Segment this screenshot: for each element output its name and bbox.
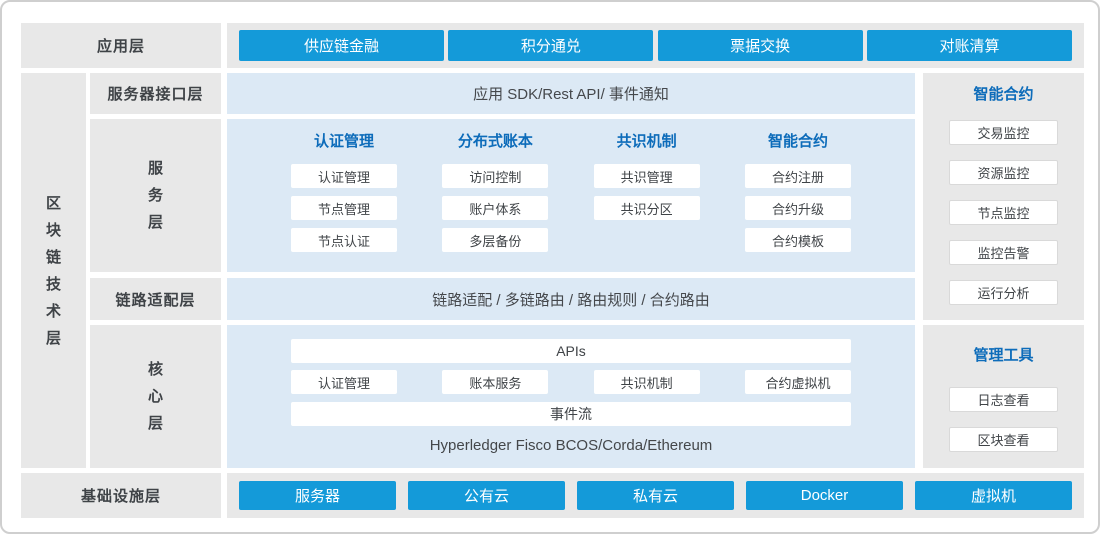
sidebar-node: 区块查看 [949,427,1058,452]
adapter-layer-label: 链路适配层 [90,278,221,320]
sidebar-node: 节点监控 [949,200,1058,225]
app-node-bill-exchange: 票据交换 [658,30,863,61]
core-node: 认证管理 [291,370,397,394]
tech-layer-label: 区块链技术层 [21,73,86,468]
core-node-row: 认证管理 账本服务 共识机制 合约虚拟机 [291,370,851,394]
sidebar-node: 运行分析 [949,280,1058,305]
interface-layer-label: 服务器接口层 [90,73,221,114]
service-column-header: 分布式账本 [442,133,548,151]
service-node: 账户体系 [442,196,548,220]
service-node: 合约注册 [745,164,851,188]
core-node: 账本服务 [442,370,548,394]
link-adapter-bar: 链路适配 / 多链路由 / 路由规则 / 合约路由 [227,278,915,320]
event-stream-bar: 事件流 [291,402,851,426]
service-node: 节点认证 [291,228,397,252]
sidebar-node: 监控告警 [949,240,1058,265]
sidebar-monitor-header: 智能合约 [923,86,1084,104]
service-node: 共识管理 [594,164,700,188]
infra-layer-label: 基础设施层 [21,473,221,518]
service-column-smart-contract: 智能合约 合约注册 合约升级 合约模板 [745,133,851,272]
sidebar-node: 日志查看 [949,387,1058,412]
sidebar-tools-panel: 管理工具 日志查看 区块查看 [923,325,1084,468]
sidebar-tools-header: 管理工具 [923,347,1084,365]
app-layer-strip: 供应链金融 积分通兑 票据交换 对账清算 [227,23,1084,68]
infra-node-vm: 虚拟机 [915,481,1072,510]
service-layer-label: 服务层 [90,119,221,272]
core-layer-label: 核心层 [90,325,221,468]
service-column-header: 智能合约 [745,133,851,151]
blockchain-architecture-diagram: 应用层 供应链金融 积分通兑 票据交换 对账清算 区块链技术层 服务器接口层 服… [0,0,1100,534]
app-node-reconciliation: 对账清算 [867,30,1072,61]
sidebar-monitor-panel: 智能合约 交易监控 资源监控 节点监控 监控告警 运行分析 [923,73,1084,320]
service-node: 节点管理 [291,196,397,220]
infra-node-private-cloud: 私有云 [577,481,734,510]
infra-node-server: 服务器 [239,481,396,510]
app-node-supply-chain-finance: 供应链金融 [239,30,444,61]
service-node: 合约模板 [745,228,851,252]
core-layer-panel: APIs 认证管理 账本服务 共识机制 合约虚拟机 事件流 Hyperledge… [227,325,915,468]
service-node: 访问控制 [442,164,548,188]
service-layer-panel: 认证管理 认证管理 节点管理 节点认证 分布式账本 访问控制 账户体系 多层备份… [227,119,915,272]
sidebar-node: 资源监控 [949,160,1058,185]
core-layer-label-text: 核心层 [146,356,165,437]
tech-layer-label-text: 区块链技术层 [44,190,63,352]
service-column-header: 共识机制 [594,133,700,151]
service-node: 共识分区 [594,196,700,220]
app-layer-label: 应用层 [21,23,221,68]
app-node-points-exchange: 积分通兑 [448,30,653,61]
service-column-auth: 认证管理 认证管理 节点管理 节点认证 [291,133,397,272]
infra-node-docker: Docker [746,481,903,510]
service-column-ledger: 分布式账本 访问控制 账户体系 多层备份 [442,133,548,272]
service-column-consensus: 共识机制 共识管理 共识分区 [594,133,700,272]
service-node: 多层备份 [442,228,548,252]
service-node: 认证管理 [291,164,397,188]
apis-bar: APIs [291,339,851,363]
platforms-text: Hyperledger Fisco BCOS/Corda/Ethereum [291,437,851,454]
infra-node-public-cloud: 公有云 [408,481,565,510]
sidebar-node: 交易监控 [949,120,1058,145]
core-node: 合约虚拟机 [745,370,851,394]
infra-layer-strip: 服务器 公有云 私有云 Docker 虚拟机 [227,473,1084,518]
service-layer-label-text: 服务层 [146,155,165,236]
sdk-api-bar: 应用 SDK/Rest API/ 事件通知 [227,73,915,114]
core-node: 共识机制 [594,370,700,394]
service-node: 合约升级 [745,196,851,220]
service-column-header: 认证管理 [291,133,397,151]
